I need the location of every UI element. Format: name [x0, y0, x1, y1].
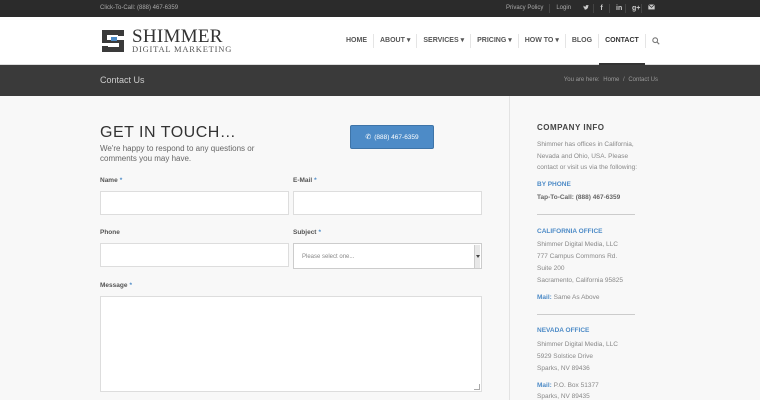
main-nav: HOME ABOUT ▾ SERVICES ▾ PRICING ▾ HOW TO… [340, 17, 664, 65]
nevada-line-3: Sparks, NV 89436 [537, 365, 590, 372]
divider [537, 214, 635, 215]
breadcrumb-home[interactable]: Home [603, 77, 619, 83]
subject-placeholder: Please select one... [302, 254, 355, 260]
nevada-mail-city: Sparks, NV 89435 [537, 393, 590, 400]
by-phone-title: BY PHONE [537, 181, 571, 188]
twitter-icon[interactable] [577, 4, 593, 14]
california-line-2: 777 Campus Commons Rd. [537, 253, 618, 260]
name-field[interactable] [100, 191, 289, 215]
page-title: Contact Us [100, 75, 145, 85]
click-to-call-link[interactable]: Click-To-Call: (888) 467-6359 [100, 5, 178, 11]
email-label: E-Mail * [293, 177, 317, 184]
form-intro: We're happy to respond to any questions … [100, 144, 255, 163]
logo-tagline: DIGITAL MARKETING [132, 44, 233, 54]
form-heading: GET IN TOUCH… [100, 124, 237, 141]
breadcrumb-prefix: You are here: [563, 77, 600, 83]
linkedin-icon[interactable]: in [609, 4, 625, 13]
company-info-intro: Shimmer has offices in California, Nevad… [537, 141, 638, 171]
googleplus-icon[interactable]: g+ [625, 4, 641, 13]
breadcrumb: You are here: Home / Contact Us [562, 77, 658, 83]
top-links: Privacy Policy Login f in g+ [500, 0, 657, 17]
facebook-icon[interactable]: f [593, 4, 609, 13]
login-link[interactable]: Login [549, 4, 577, 13]
nevada-office-title: NEVADA OFFICE [537, 327, 590, 334]
contact-form-section: GET IN TOUCH… We're happy to respond to … [0, 96, 509, 400]
call-button[interactable]: ✆ (888) 467-6359 [350, 125, 434, 149]
top-bar: Click-To-Call: (888) 467-6359 Privacy Po… [0, 0, 760, 17]
page-title-bar: Contact Us You are here: Home / Contact … [0, 65, 760, 96]
privacy-policy-link[interactable]: Privacy Policy [500, 4, 549, 13]
message-field[interactable] [100, 296, 482, 392]
mail-icon[interactable] [641, 4, 657, 13]
company-info-heading: COMPANY INFO [537, 123, 605, 132]
name-label: Name * [100, 177, 123, 184]
phone-field[interactable] [100, 243, 289, 267]
nav-how-to[interactable]: HOW TO ▾ [517, 34, 565, 48]
california-line-4: Sacramento, California 95825 [537, 277, 623, 284]
nav-contact[interactable]: CONTACT [598, 34, 645, 65]
california-line-1: Shimmer Digital Media, LLC [537, 241, 618, 248]
nav-services[interactable]: SERVICES ▾ [416, 34, 470, 48]
divider [537, 314, 635, 315]
logo-mark-icon [102, 30, 124, 52]
email-field[interactable] [293, 191, 482, 215]
phone-icon: ✆ [365, 134, 372, 141]
nevada-line-2: 5929 Solstice Drive [537, 353, 593, 360]
subject-label: Subject * [293, 229, 322, 236]
california-mail: Mail: Same As Above [537, 294, 600, 301]
nevada-line-1: Shimmer Digital Media, LLC [537, 341, 618, 348]
nav-home[interactable]: HOME [340, 34, 373, 48]
nav-blog[interactable]: BLOG [564, 34, 598, 48]
phone-label: Phone [100, 229, 120, 236]
california-office-title: CALIFORNIA OFFICE [537, 228, 603, 235]
nav-pricing[interactable]: PRICING ▾ [470, 34, 518, 48]
social-icons: f in g+ [577, 4, 657, 14]
tap-to-call-link[interactable]: Tap-To-Call: (888) 467-6359 [537, 192, 620, 204]
call-button-label: (888) 467-6359 [374, 133, 419, 141]
message-label: Message * [100, 282, 132, 289]
site-header: SHIMMER DIGITAL MARKETING HOME ABOUT ▾ S… [0, 17, 760, 65]
site-logo[interactable]: SHIMMER DIGITAL MARKETING [100, 27, 240, 55]
chevron-down-icon [474, 245, 480, 268]
breadcrumb-current: Contact Us [628, 77, 658, 83]
breadcrumb-separator: / [622, 77, 625, 83]
resize-handle[interactable] [474, 384, 480, 390]
subject-select[interactable]: Please select one... [293, 243, 482, 269]
nav-about[interactable]: ABOUT ▾ [373, 34, 416, 48]
california-line-3: Suite 200 [537, 265, 565, 272]
nevada-mail: Mail: P.O. Box 51377 [537, 382, 599, 389]
search-icon[interactable] [644, 34, 664, 48]
company-info-sidebar: COMPANY INFO Shimmer has offices in Cali… [509, 96, 760, 400]
